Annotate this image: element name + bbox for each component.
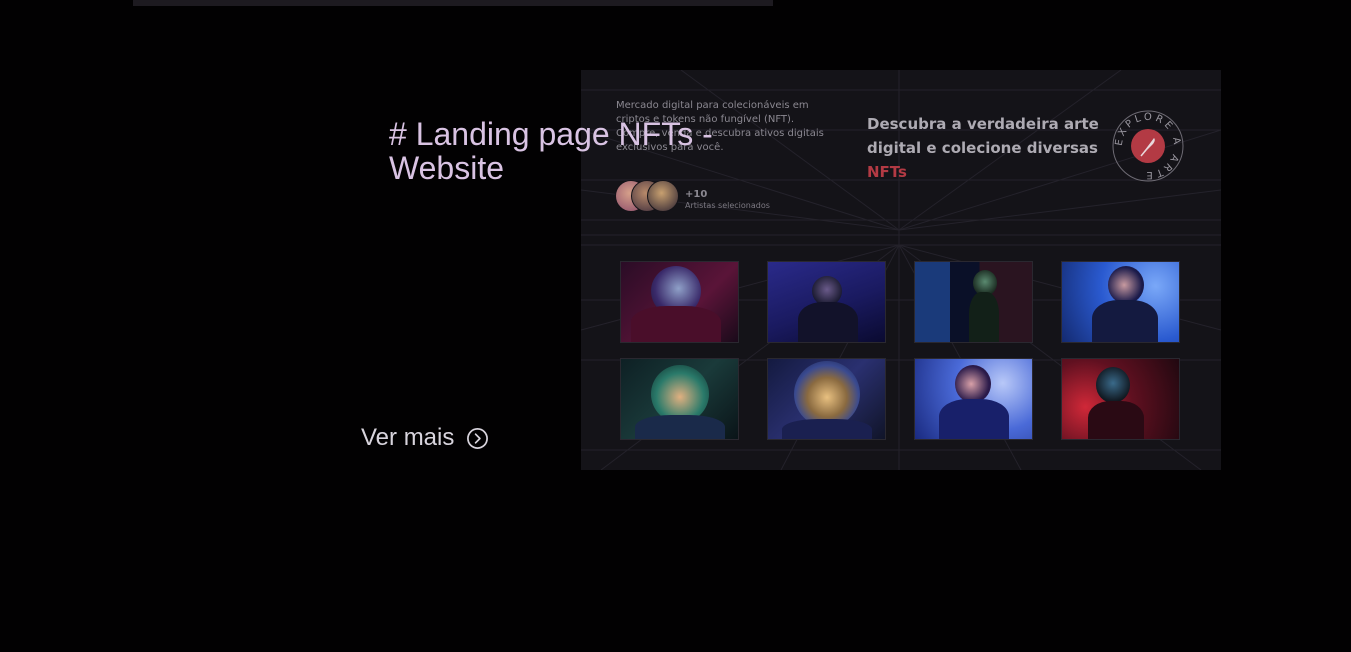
- ver-mais-label: Ver mais: [361, 424, 455, 451]
- nft-thumbnail-3[interactable]: [914, 261, 1033, 343]
- nft-thumbnail-4[interactable]: [1061, 261, 1180, 343]
- preview-heading-accent: NFTs: [867, 163, 907, 181]
- nft-thumbnail-7[interactable]: [914, 358, 1033, 440]
- ver-mais-button[interactable]: Ver mais: [361, 424, 489, 452]
- previous-project-image-edge: [133, 0, 773, 6]
- artists-label: Artistas selecionados: [685, 201, 770, 210]
- artists-count: +10: [685, 189, 708, 200]
- nft-thumbnail-2[interactable]: [767, 261, 886, 343]
- nft-thumbnail-1[interactable]: [620, 261, 739, 343]
- chevron-right-circle-icon: [467, 427, 489, 449]
- preview-heading: Descubra a verdadeira arte digital e col…: [867, 112, 1107, 184]
- explore-badge[interactable]: EXPLORE A ARTE: [1112, 110, 1184, 182]
- nft-thumbnail-5[interactable]: [620, 358, 739, 440]
- project-title: # Landing page NFTs - Website: [389, 116, 713, 186]
- nft-thumbnail-6[interactable]: [767, 358, 886, 440]
- nft-thumbnail-8[interactable]: [1061, 358, 1180, 440]
- preview-heading-text: Descubra a verdadeira arte digital e col…: [867, 115, 1099, 157]
